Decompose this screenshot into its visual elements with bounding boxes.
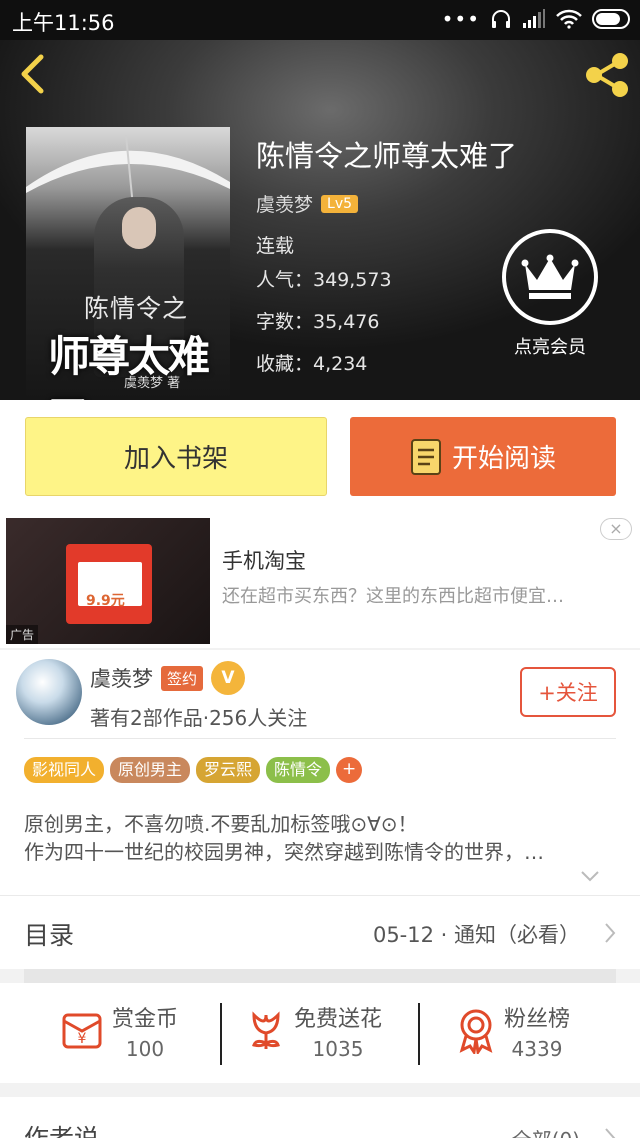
author-name[interactable]: 虞羡梦: [90, 663, 153, 693]
book-author[interactable]: 虞羡梦: [256, 190, 313, 217]
chevron-right-icon: [605, 923, 616, 943]
book-info: 陈情令之师尊太难了 虞羡梦 Lv5 连载 人气：349,573 字数：35,47…: [256, 138, 517, 385]
tag-item[interactable]: 影视同人: [24, 757, 105, 783]
status-time: 上午11:56: [12, 11, 115, 35]
level-badge: Lv5: [321, 194, 359, 213]
battery-icon: [592, 9, 630, 29]
latest-chapter: 05-12 · 通知（必看）: [372, 923, 580, 947]
divider: [24, 738, 616, 739]
book-description[interactable]: 原创男主，不喜勿喷.不要乱加标签哦⊙∀⊙！ 作为四十一世纪的校园男神，突然穿越到…: [24, 810, 618, 866]
tag-item[interactable]: 罗云熙: [196, 757, 261, 783]
gold-coin-icon: ¥: [62, 1013, 102, 1049]
signed-badge: 签约: [161, 665, 204, 691]
vip-label: 点亮会员: [514, 337, 586, 358]
vip-button[interactable]: 点亮会员: [500, 229, 600, 359]
action-bar: 加入书架 开始阅读: [0, 400, 640, 512]
stat-label: 免费送花: [294, 1007, 383, 1032]
chevron-left-icon: [21, 54, 44, 94]
crown-icon: [521, 254, 579, 299]
headphones-icon: [492, 10, 510, 28]
ad-description: 还在超市买东西？这里的东西比超市便宜…: [222, 586, 564, 607]
popularity-stat: 人气：349,573: [256, 269, 392, 291]
share-button[interactable]: [582, 50, 632, 100]
description-line: 原创男主，不喜勿喷.不要乱加标签哦⊙∀⊙！: [24, 812, 418, 836]
section-divider: [24, 969, 616, 983]
book-header: 上午11:56 ••• 陈情令之 师尊太难了 虞羡梦 著 陈情令之师尊太难了 虞…: [0, 0, 640, 400]
verified-badge: V: [211, 661, 246, 695]
ad-tag: 广告: [6, 625, 39, 644]
table-of-contents-row[interactable]: 目录 05-12 · 通知（必看）: [0, 895, 640, 969]
divider: [220, 1003, 222, 1065]
svg-text:¥: ¥: [78, 1031, 87, 1047]
ad-title: 手机淘宝: [222, 549, 306, 573]
support-stats: ¥ 赏金币 100 免费送花 1035 粉丝榜 4339: [0, 983, 640, 1083]
book-cover[interactable]: 陈情令之 师尊太难了 虞羡梦 著: [26, 127, 230, 400]
stat-value: 1035: [312, 1037, 364, 1061]
ad-close-button[interactable]: ×: [600, 518, 632, 540]
ad-image: 9.9元 广告: [6, 518, 210, 644]
add-to-shelf-button[interactable]: 加入书架: [25, 417, 327, 496]
back-button[interactable]: [10, 52, 54, 96]
divider: [418, 1003, 420, 1065]
add-tag-button[interactable]: +: [336, 757, 363, 783]
flower-icon: [252, 1011, 280, 1049]
free-flowers-button[interactable]: 免费送花 1035: [246, 1001, 382, 1061]
wifi-icon: [556, 9, 582, 29]
toc-label: 目录: [24, 921, 75, 950]
word-count-stat: 字数：35,476: [256, 311, 380, 333]
author-stats: 著有2部作品·256人关注: [90, 706, 308, 730]
cover-author: 虞羡梦 著: [124, 376, 181, 391]
tag-item[interactable]: 原创男主: [110, 757, 191, 783]
stat-label: 赏金币: [112, 1007, 179, 1032]
stat-value: 4339: [511, 1037, 563, 1061]
start-reading-label: 开始阅读: [451, 444, 556, 474]
ad-price: 9.9元: [86, 593, 125, 609]
favorites-stat: 收藏：4,234: [256, 353, 368, 375]
book-title: 陈情令之师尊太难了: [256, 139, 518, 173]
ad-banner[interactable]: 9.9元 广告 手机淘宝 还在超市买东西？这里的东西比超市便宜… ×: [0, 512, 640, 648]
author-says-row[interactable]: 作者说 全部(0): [0, 1097, 640, 1138]
chevron-right-icon: [605, 1128, 616, 1138]
tag-item[interactable]: 陈情令: [266, 757, 331, 783]
cover-title-top: 陈情令之: [84, 294, 189, 323]
more-dots-icon: •••: [441, 7, 480, 31]
chevron-down-icon[interactable]: [580, 870, 600, 882]
status-bar: 上午11:56 •••: [0, 0, 640, 40]
description-line: 作为四十一世纪的校园男神，突然穿越到陈情令的世界，…: [24, 840, 544, 864]
reward-coins-button[interactable]: ¥ 赏金币 100: [60, 1001, 178, 1061]
follow-button[interactable]: +关注: [520, 667, 616, 717]
share-icon: [586, 53, 628, 97]
author-says-label: 作者说: [24, 1119, 99, 1138]
tag-list: 影视同人 原创男主 罗云熙 陈情令 +: [24, 757, 363, 783]
stat-value: 100: [125, 1037, 165, 1061]
book-icon: [410, 438, 441, 475]
signal-icon: [523, 9, 545, 28]
character-face: [122, 207, 156, 249]
fan-ranking-button[interactable]: 粉丝榜 4339: [456, 1001, 570, 1061]
start-reading-button[interactable]: 开始阅读: [350, 417, 616, 496]
medal-icon: [459, 1009, 493, 1054]
serial-status: 连载: [256, 235, 295, 257]
view-all-link[interactable]: 全部(0): [512, 1124, 580, 1138]
avatar[interactable]: [16, 659, 82, 725]
stat-label: 粉丝榜: [504, 1007, 571, 1032]
